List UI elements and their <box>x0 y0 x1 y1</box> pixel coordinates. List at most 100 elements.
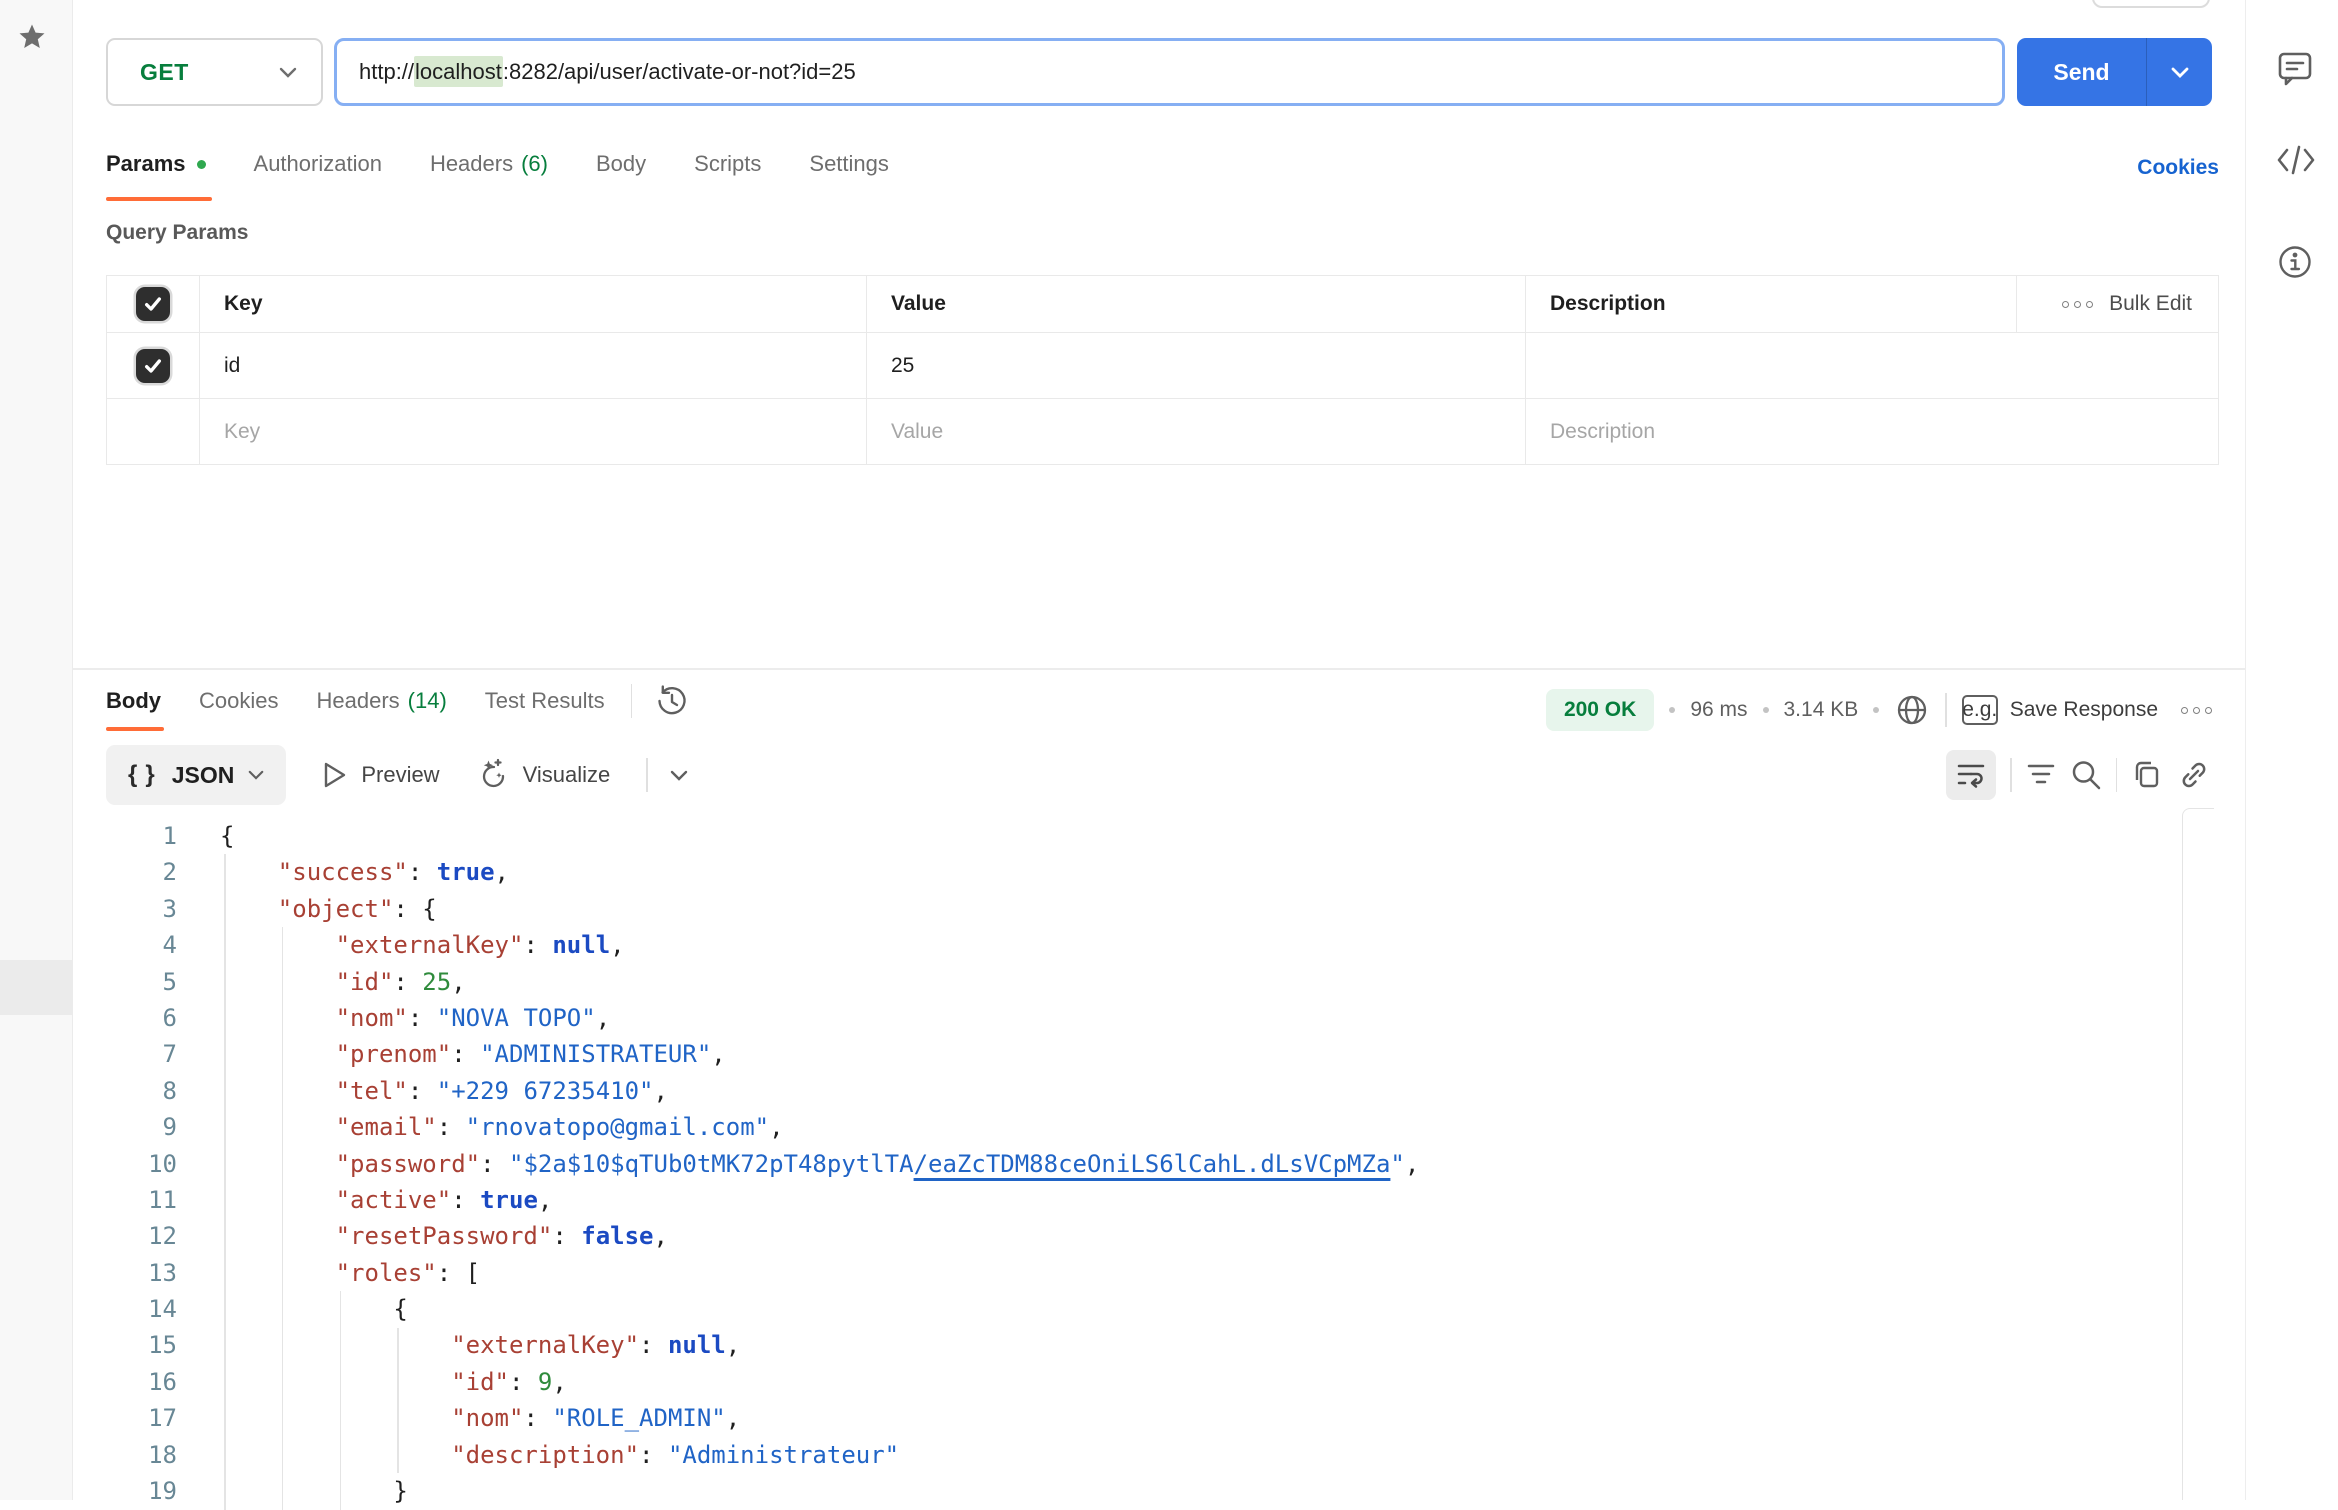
more-formats-caret[interactable] <box>670 770 688 781</box>
right-sidebar-rail <box>2245 0 2338 1500</box>
code-line: "password": "$2a$10$qTUb0tMK72pT48pytlTA… <box>220 1146 1419 1182</box>
response-body-toolbar: { } JSON Preview Visualize <box>106 745 688 805</box>
url-text: http://localhost:8282/api/user/activate-… <box>359 59 856 85</box>
code-line: "object": { <box>220 891 1419 927</box>
response-size: 3.14 KB <box>1784 698 1859 722</box>
select-all-cell <box>107 276 199 332</box>
divider <box>2116 758 2118 792</box>
request-tab-scripts[interactable]: Scripts <box>694 151 761 177</box>
param-value-input[interactable]: Value <box>866 399 1525 464</box>
request-tab-settings[interactable]: Settings <box>809 151 889 177</box>
format-label: JSON <box>172 762 235 789</box>
status-badge[interactable]: 200 OK <box>1546 689 1654 731</box>
row-checkbox[interactable] <box>136 349 170 383</box>
bulk-edit-label[interactable]: Bulk Edit <box>2109 292 2192 316</box>
format-select[interactable]: { } JSON <box>106 745 286 805</box>
query-params-table: Key Value Description Bulk Edit id 25 Ke… <box>106 275 2219 465</box>
active-tab-underline <box>106 197 212 201</box>
save-response-label[interactable]: Save Response <box>2010 698 2158 722</box>
code-line: "nom": "NOVA TOPO", <box>220 1000 1419 1036</box>
scroll-area-corner <box>2182 808 2214 1500</box>
code-line: "id": 25, <box>220 964 1419 1000</box>
table-row: id 25 <box>107 332 2218 398</box>
partial-button-top[interactable] <box>2092 0 2210 8</box>
response-tab-test-results[interactable]: Test Results <box>485 688 605 714</box>
code-line: "description": "Administrateur" <box>220 1437 1419 1473</box>
code-line: "email": "rnovatopo@gmail.com", <box>220 1109 1419 1145</box>
code-line: "nom": "ROLE_ADMIN", <box>220 1400 1419 1436</box>
request-tab-body[interactable]: Body <box>596 151 646 177</box>
response-body-viewer[interactable]: 12345678910111213141516171819 { "success… <box>0 818 2245 1500</box>
param-value-cell[interactable]: 25 <box>866 333 1525 398</box>
visualize-button[interactable]: Visualize <box>476 758 611 792</box>
chevron-down-icon <box>279 67 297 78</box>
copy-icon[interactable] <box>2131 758 2163 792</box>
comment-icon[interactable] <box>2276 50 2316 90</box>
code-line: "resetPassword": false, <box>220 1218 1419 1254</box>
active-response-tab-underline <box>106 727 164 731</box>
code-line: "externalKey": null, <box>220 927 1419 963</box>
search-icon[interactable] <box>2070 759 2102 791</box>
code-line: { <box>220 818 1419 854</box>
response-time: 96 ms <box>1690 698 1747 722</box>
method-label: GET <box>140 59 189 86</box>
wrap-text-icon[interactable] <box>1946 750 1996 800</box>
request-tab-authorization[interactable]: Authorization <box>254 151 382 177</box>
column-header-key: Key <box>199 276 866 332</box>
info-icon[interactable] <box>2276 243 2316 283</box>
url-highlight: localhost <box>414 56 503 87</box>
request-tab-headers[interactable]: Headers(6) <box>430 151 548 177</box>
separator-dot <box>1669 707 1675 713</box>
code-lines: { "success": true, "object": { "external… <box>220 818 1419 1509</box>
code-line: "active": true, <box>220 1182 1419 1218</box>
chevron-down-icon <box>248 770 264 780</box>
table-row-empty: Key Value Description <box>107 398 2218 464</box>
more-dots-icon[interactable] <box>2181 707 2212 714</box>
password-hash-link[interactable]: /eaZcTDM88ceOniLS6lCahL.dLsVCpMZa <box>914 1150 1391 1178</box>
param-description-cell[interactable] <box>1525 333 2218 398</box>
code-icon[interactable] <box>2276 143 2316 183</box>
code-line: { <box>220 1291 1419 1327</box>
send-label[interactable]: Send <box>2017 38 2147 106</box>
code-line: "prenom": "ADMINISTRATEUR", <box>220 1036 1419 1072</box>
divider <box>2010 758 2012 792</box>
response-tab-headers[interactable]: Headers(14) <box>316 688 446 714</box>
line-numbers: 12345678910111213141516171819 <box>90 818 177 1509</box>
response-tab-cookies[interactable]: Cookies <box>199 688 278 714</box>
param-key-cell[interactable]: id <box>199 333 866 398</box>
link-icon[interactable] <box>2177 758 2211 792</box>
method-select[interactable]: GET <box>106 38 323 106</box>
code-line: "success": true, <box>220 854 1419 890</box>
param-key-input[interactable]: Key <box>199 399 866 464</box>
row-select-cell <box>107 333 199 398</box>
send-options-caret[interactable] <box>2147 38 2212 106</box>
save-response-button[interactable]: e.g. Save Response <box>1962 695 2158 725</box>
code-line: } <box>220 1473 1419 1509</box>
send-button[interactable]: Send <box>2017 38 2212 106</box>
bulk-edit-button[interactable]: Bulk Edit <box>2016 276 2218 332</box>
filter-icon[interactable] <box>2026 761 2056 789</box>
select-all-checkbox[interactable] <box>136 287 170 321</box>
globe-icon[interactable] <box>1894 692 1930 728</box>
save-example-icon: e.g. <box>1962 695 1998 725</box>
request-tab-params[interactable]: Params <box>106 151 206 177</box>
code-line: "roles": [ <box>220 1255 1419 1291</box>
unsaved-dot <box>197 160 206 169</box>
braces-icon: { } <box>128 761 158 789</box>
sparkle-icon <box>476 758 510 792</box>
param-description-input[interactable]: Description <box>1525 399 2218 464</box>
divider <box>646 758 648 792</box>
response-tab-body[interactable]: Body <box>106 688 161 714</box>
cookies-link[interactable]: Cookies <box>2137 156 2219 180</box>
divider <box>631 684 633 718</box>
code-line: "id": 9, <box>220 1364 1419 1400</box>
play-icon <box>322 761 348 789</box>
table-header-row: Key Value Description Bulk Edit <box>107 276 2218 332</box>
star-icon[interactable] <box>16 21 48 53</box>
separator-dot <box>1763 707 1769 713</box>
more-dots-icon[interactable] <box>2062 301 2093 308</box>
column-header-description: Description <box>1525 276 2016 332</box>
url-input[interactable]: http://localhost:8282/api/user/activate-… <box>334 38 2005 106</box>
history-icon[interactable] <box>654 683 690 719</box>
preview-button[interactable]: Preview <box>322 761 439 789</box>
